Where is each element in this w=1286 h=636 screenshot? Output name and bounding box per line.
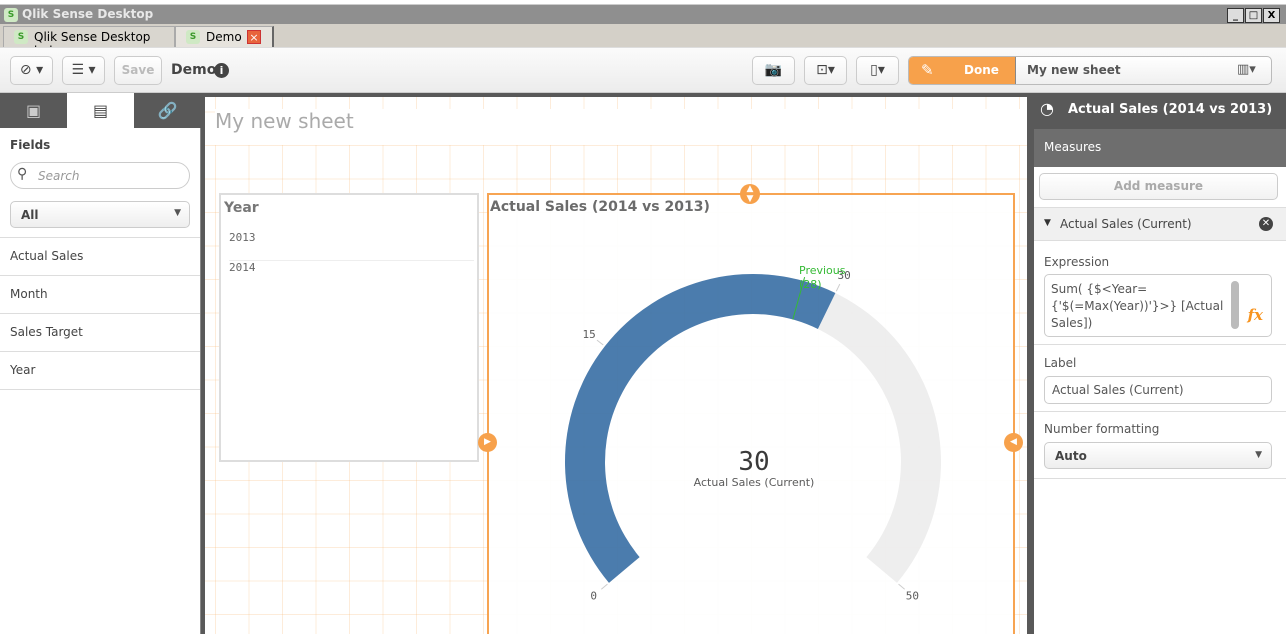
gauge-tick bbox=[898, 583, 905, 590]
qlik-logo-icon: S bbox=[4, 8, 18, 22]
search-icon: ⚲ bbox=[17, 166, 28, 182]
tab-hub[interactable]: S Qlik Sense Desktop hub bbox=[3, 26, 175, 58]
expression-text: Sum( {$<Year={'$(=Max(Year))'}>} [Actual… bbox=[1051, 282, 1224, 330]
chart-icon: ▣ bbox=[25, 101, 42, 120]
filter-value-item[interactable]: 2014 bbox=[229, 261, 474, 291]
app-name: Demo bbox=[171, 62, 217, 78]
sheet-title[interactable]: My new sheet bbox=[215, 109, 1027, 145]
gauge-icon: ◔ bbox=[1040, 99, 1054, 118]
sheet-selector-icon[interactable]: ▥▾ bbox=[1237, 62, 1256, 77]
resize-handle-top[interactable]: ▲ ▼ bbox=[740, 184, 760, 204]
save-button[interactable]: Save bbox=[114, 56, 162, 85]
field-item[interactable]: Actual Sales bbox=[0, 238, 200, 276]
field-filter-select[interactable]: All ▼ bbox=[10, 201, 190, 228]
chevron-down-icon: ▼ bbox=[174, 208, 181, 218]
fields-list-icon: ▤ bbox=[92, 101, 109, 120]
tab-master-items[interactable]: 🔗 bbox=[134, 93, 201, 128]
add-measure-button[interactable]: Add measure bbox=[1039, 173, 1278, 200]
expression-input[interactable]: Sum( {$<Year={'$(=Max(Year))'}>} [Actual… bbox=[1044, 274, 1272, 337]
toolbar: ⊘ ▾ ☰ ▾ Save Demo i 📷 ⊡▾ ▯▾ ✎ Done My ne… bbox=[0, 47, 1286, 93]
gauge-tick bbox=[601, 583, 608, 590]
bookmark-icon: ▯▾ bbox=[870, 62, 885, 78]
tab-fields[interactable]: ▤ bbox=[67, 93, 134, 128]
link-icon: 🔗 bbox=[157, 101, 178, 120]
storytelling-button[interactable]: ⊡▾ bbox=[804, 56, 847, 85]
resize-handle-left[interactable]: ▶ bbox=[478, 433, 497, 452]
number-formatting-select[interactable]: Auto ▼ bbox=[1044, 442, 1272, 469]
pencil-icon: ✎ bbox=[921, 61, 934, 79]
gauge-tick-label: 15 bbox=[582, 328, 595, 341]
tab-bar: S Qlik Sense Desktop hub S Demo × bbox=[0, 24, 1286, 58]
qlik-logo-icon: S bbox=[14, 30, 28, 44]
tab-close-icon[interactable]: × bbox=[247, 30, 261, 44]
measures-header[interactable]: Measures bbox=[1034, 129, 1286, 167]
number-formatting-value: Auto bbox=[1055, 449, 1087, 463]
done-button[interactable]: ✎ Done bbox=[909, 57, 1016, 84]
info-icon[interactable]: i bbox=[214, 63, 229, 78]
presentation-icon: ⊡▾ bbox=[816, 62, 835, 78]
gauge-measure-label: Actual Sales (Current) bbox=[693, 476, 815, 489]
gauge-tick-label: 50 bbox=[906, 590, 919, 603]
field-item[interactable]: Month bbox=[0, 276, 200, 314]
previous-marker-label: Previous (28) bbox=[799, 264, 846, 291]
qlik-logo-icon: S bbox=[186, 30, 200, 44]
label-input[interactable]: Actual Sales (Current) bbox=[1044, 376, 1272, 404]
year-filter-pane[interactable]: Year 2013 2014 bbox=[219, 193, 479, 462]
window-title: Qlik Sense Desktop bbox=[22, 7, 154, 21]
resize-handle-right[interactable]: ◀ bbox=[1004, 433, 1023, 452]
assets-panel: ▣ ▤ 🔗 Fields ⚲ Search All ▼ Actual Sales… bbox=[0, 93, 201, 634]
compass-icon: ⊘ ▾ bbox=[19, 62, 44, 78]
tab-label: Demo bbox=[206, 30, 242, 44]
collapse-icon: ▼ bbox=[1044, 218, 1051, 228]
field-item[interactable]: Year bbox=[0, 352, 200, 390]
properties-panel: ◔ Actual Sales (2014 vs 2013) Measures A… bbox=[1030, 93, 1286, 634]
list-icon: ☰ ▾ bbox=[71, 62, 96, 78]
fields-heading: Fields bbox=[10, 138, 51, 152]
gauge-value: 30 bbox=[738, 447, 770, 477]
gauge-value-arc bbox=[565, 273, 836, 583]
filter-value-item[interactable]: 2013 bbox=[229, 231, 474, 261]
filter-pane-title: Year bbox=[224, 200, 259, 216]
navigation-button[interactable]: ⊘ ▾ bbox=[10, 56, 53, 85]
sheet: My new sheet Year 2013 2014 Actual Sales… bbox=[205, 97, 1027, 634]
bookmarks-button[interactable]: ▯▾ bbox=[856, 56, 899, 85]
chevron-down-icon: ▼ bbox=[1255, 450, 1262, 460]
scrollbar[interactable] bbox=[1231, 281, 1239, 329]
maximize-button[interactable]: □ bbox=[1245, 8, 1262, 23]
camera-icon: 📷 bbox=[764, 62, 783, 78]
search-placeholder: Search bbox=[38, 169, 80, 183]
measure-name: Actual Sales (Current) bbox=[1060, 217, 1192, 231]
tab-charts[interactable]: ▣ bbox=[0, 93, 67, 128]
remove-measure-icon[interactable]: ✕ bbox=[1259, 217, 1273, 231]
sheets-menu-button[interactable]: ☰ ▾ bbox=[62, 56, 105, 85]
field-item[interactable]: Sales Target bbox=[0, 314, 200, 352]
gauge-svg: 0 15 30 50 bbox=[565, 269, 941, 603]
expression-label: Expression bbox=[1044, 255, 1110, 269]
gauge-chart[interactable]: Actual Sales (2014 vs 2013) 0 15 30 50 30 A… bbox=[487, 193, 1015, 634]
gauge-tick bbox=[596, 339, 604, 346]
properties-header: ◔ Actual Sales (2014 vs 2013) bbox=[1034, 93, 1286, 129]
measure-item-header[interactable]: ▼ Actual Sales (Current) ✕ bbox=[1034, 207, 1286, 241]
number-formatting-label: Number formatting bbox=[1044, 422, 1160, 436]
minimize-button[interactable]: _ bbox=[1227, 8, 1244, 23]
gauge-tick-label: 0 bbox=[590, 590, 597, 603]
filter-value: All bbox=[21, 208, 39, 222]
search-input[interactable]: ⚲ Search bbox=[10, 162, 190, 189]
label-label: Label bbox=[1044, 356, 1077, 370]
snapshot-button[interactable]: 📷 bbox=[752, 56, 795, 85]
edit-bar: ✎ Done My new sheet ▥▾ bbox=[908, 56, 1272, 85]
expression-editor-fx-icon[interactable]: fx bbox=[1248, 307, 1263, 324]
done-label: Done bbox=[964, 63, 999, 77]
window-title-bar: S Qlik Sense Desktop _ □ X bbox=[0, 4, 1286, 24]
properties-title: Actual Sales (2014 vs 2013) bbox=[1068, 102, 1273, 117]
sheet-name: My new sheet bbox=[1027, 63, 1121, 77]
tab-demo[interactable]: S Demo × bbox=[175, 26, 274, 47]
close-button[interactable]: X bbox=[1263, 8, 1280, 23]
